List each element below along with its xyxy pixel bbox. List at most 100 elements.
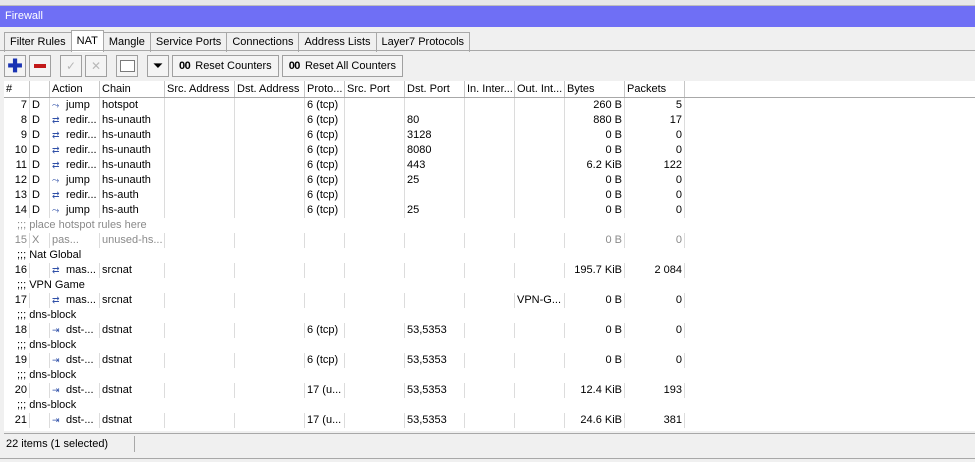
table-row[interactable]: 21 ⇥ dst-... dstnat 17 (u... 53,5353 24.6 KiB 3… <box>4 413 975 428</box>
flag-cell: D <box>30 203 50 218</box>
comment-row[interactable]: ;;; place hotspot rules here <box>4 218 975 233</box>
reset-counters-button[interactable]: 00 Reset Counters <box>172 55 279 77</box>
bytes-cell: 6.2 KiB <box>565 158 625 173</box>
table-row[interactable]: 7 D ⤳ jump hotspot 6 (tcp) 260 B5 <box>4 98 975 113</box>
column-header[interactable]: Bytes <box>565 81 625 97</box>
action-icon: ⇄ <box>52 115 60 125</box>
table-row[interactable]: 20 ⇥ dst-... dstnat 17 (u... 53,5353 12.4 KiB 1… <box>4 383 975 398</box>
bytes-cell: 12.4 KiB <box>565 383 625 398</box>
table-row[interactable]: 15 Xpas... unused-hs... 0 B0 <box>4 233 975 248</box>
flag-cell <box>30 323 50 338</box>
bytes-cell: 0 B <box>565 293 625 308</box>
src-cell <box>165 188 235 203</box>
table-row[interactable]: 14 D ⤳ jump hs-auth 6 (tcp) 25 0 B0 <box>4 203 975 218</box>
action-cell: ⤳ jump <box>50 173 100 188</box>
tab-mangle[interactable]: Mangle <box>102 32 151 52</box>
proto-cell: 6 (tcp) <box>305 323 345 338</box>
comment-row[interactable]: ;;; dns-block <box>4 398 975 413</box>
outif-cell <box>515 173 565 188</box>
column-header[interactable]: Chain <box>100 81 165 97</box>
num-cell: 16 <box>4 263 30 278</box>
action-icon: ⇄ <box>52 145 60 155</box>
table-row[interactable]: 17 ⇄ mas... srcnat VPN-G... 0 B0 <box>4 293 975 308</box>
proto-cell: 6 (tcp) <box>305 98 345 113</box>
action-text: mas... <box>66 264 96 276</box>
packets-cell: 5 <box>625 98 685 113</box>
chain-cell: hs-unauth <box>100 143 165 158</box>
column-header[interactable]: Action <box>50 81 100 97</box>
column-header[interactable]: Packets <box>625 81 685 97</box>
outif-cell <box>515 353 565 368</box>
flag-cell: X <box>30 233 50 248</box>
table-row[interactable]: 16 ⇄ mas... srcnat 195.7 KiB 2 084 <box>4 263 975 278</box>
action-cell: ⇄ mas... <box>50 263 100 278</box>
comment-row[interactable]: ;;; Nat Global <box>4 248 975 263</box>
counter-icon: 00 <box>288 60 301 72</box>
sport-cell <box>345 233 405 248</box>
tab-layer7-protocols[interactable]: Layer7 Protocols <box>375 32 471 52</box>
tab-service-ports[interactable]: Service Ports <box>149 32 228 52</box>
reset-all-counters-button[interactable]: 00 Reset All Counters <box>281 55 404 77</box>
src-cell <box>165 413 235 428</box>
outif-cell <box>515 158 565 173</box>
flag-cell <box>30 293 50 308</box>
table-row[interactable]: 18 ⇥ dst-... dstnat 6 (tcp) 53,5353 0 B0 <box>4 323 975 338</box>
flag-cell: D <box>30 128 50 143</box>
chain-cell: hs-auth <box>100 188 165 203</box>
tab-nat[interactable]: NAT <box>70 30 104 52</box>
inif-cell <box>465 263 515 278</box>
table-row[interactable]: 13 D ⇄ redir... hs-auth 6 (tcp) 0 B0 <box>4 188 975 203</box>
dport-cell: 443 <box>405 158 465 173</box>
inif-cell <box>465 203 515 218</box>
action-text: redir... <box>66 189 97 201</box>
reset-counters-label: Reset Counters <box>195 60 272 72</box>
column-header[interactable]: Src. Port <box>345 81 405 97</box>
table-row[interactable]: 8 D ⇄ redir... hs-unauth 6 (tcp) 80 880 B 17 <box>4 113 975 128</box>
column-header[interactable]: Dst. Address <box>235 81 305 97</box>
column-header[interactable]: Out. Int... <box>515 81 565 97</box>
note-icon <box>119 60 135 72</box>
inif-cell <box>465 188 515 203</box>
nat-rules-table[interactable]: # Action Chain Src. Address Dst. Address Prot… <box>4 81 975 431</box>
column-header[interactable]: Src. Address <box>165 81 235 97</box>
bytes-cell: 0 B <box>565 233 625 248</box>
remove-button[interactable] <box>29 55 51 77</box>
column-header[interactable]: In. Inter... <box>465 81 515 97</box>
flag-cell: D <box>30 158 50 173</box>
chain-cell: hs-unauth <box>100 113 165 128</box>
column-header[interactable]: Dst. Port <box>405 81 465 97</box>
tab-connections[interactable]: Connections <box>226 32 300 52</box>
comment-row[interactable]: ;;; VPN Game <box>4 278 975 293</box>
column-header[interactable]: Proto... <box>305 81 345 97</box>
comment-button[interactable] <box>116 55 138 77</box>
table-row[interactable]: 10 D ⇄ redir... hs-unauth 6 (tcp) 8080 0 B0 <box>4 143 975 158</box>
proto-cell: 17 (u... <box>305 383 345 398</box>
filter-button[interactable]: ⏷ <box>147 55 169 77</box>
action-text: jump <box>66 204 90 216</box>
comment-row[interactable]: ;;; dns-block <box>4 368 975 383</box>
column-header[interactable]: # <box>4 81 30 97</box>
inif-cell <box>465 143 515 158</box>
dst-cell <box>235 203 305 218</box>
column-header[interactable] <box>30 81 50 97</box>
tab-address-lists[interactable]: Address Lists <box>298 32 377 52</box>
flag-cell: D <box>30 173 50 188</box>
table-row[interactable]: 12 D ⤳ jump hs-unauth 6 (tcp) 25 0 B0 <box>4 173 975 188</box>
table-row[interactable]: 11 D ⇄ redir... hs-unauth 6 (tcp) 443 6.2 KiB 12… <box>4 158 975 173</box>
action-cell: ⇄ redir... <box>50 128 100 143</box>
flag-cell <box>30 353 50 368</box>
action-cell: ⇄ mas... <box>50 293 100 308</box>
comment-row[interactable]: ;;; dns-block <box>4 338 975 353</box>
comment-row[interactable]: ;;; dns-block <box>4 308 975 323</box>
tab-filter-rules[interactable]: Filter Rules <box>4 32 72 52</box>
disable-button[interactable]: ✕ <box>85 55 107 77</box>
add-button[interactable]: ✚ <box>4 55 26 77</box>
action-text: redir... <box>66 159 97 171</box>
packets-cell: 0 <box>625 188 685 203</box>
dport-cell: 53,5353 <box>405 323 465 338</box>
sport-cell <box>345 158 405 173</box>
sport-cell <box>345 143 405 158</box>
table-row[interactable]: 9 D ⇄ redir... hs-unauth 6 (tcp) 3128 0 B0 <box>4 128 975 143</box>
table-row[interactable]: 19 ⇥ dst-... dstnat 6 (tcp) 53,5353 0 B0 <box>4 353 975 368</box>
enable-button[interactable]: ✓ <box>60 55 82 77</box>
